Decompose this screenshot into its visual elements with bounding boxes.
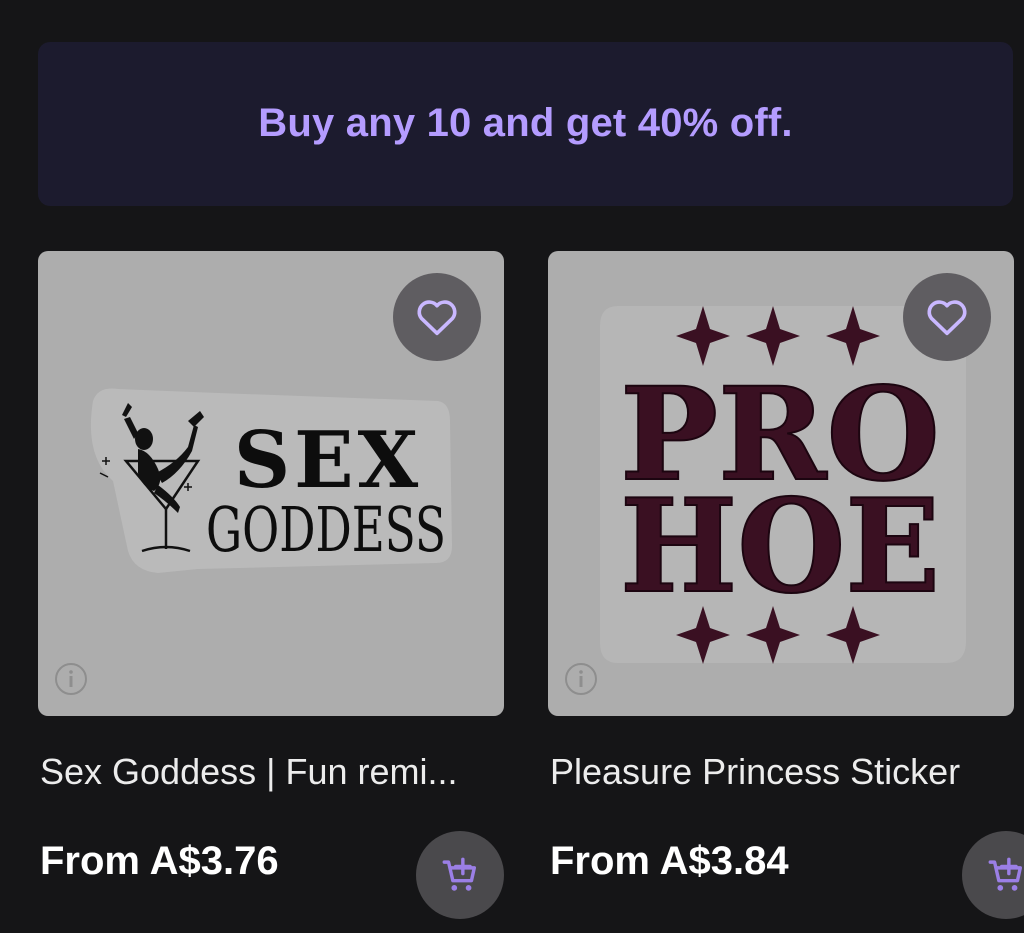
favorite-button[interactable]	[903, 273, 991, 361]
product-title[interactable]: Sex Goddess | Fun remi...	[40, 751, 506, 793]
add-to-cart-icon	[988, 857, 1022, 891]
svg-text:GODDESS: GODDESS	[206, 493, 446, 566]
promo-text: Buy any 10 and get 40% off.	[258, 100, 793, 145]
heart-outline-icon	[417, 300, 457, 336]
info-button[interactable]	[54, 662, 88, 696]
product-card[interactable]: SEX GODDESS Sex Goddess | Fun remi... Fr…	[38, 251, 504, 919]
add-to-cart-icon	[442, 857, 476, 891]
info-button[interactable]	[564, 662, 598, 696]
add-to-cart-button[interactable]	[962, 831, 1024, 919]
product-card[interactable]: PRO HOE Pleasure Princess Sticker From A…	[548, 251, 1024, 919]
product-image[interactable]: SEX GODDESS	[38, 251, 504, 716]
product-price: From A$3.76	[40, 839, 279, 883]
product-listing-page: Buy any 10 and get 40% off. SEX GODDESS …	[0, 0, 1024, 933]
heart-outline-icon	[927, 300, 967, 336]
add-to-cart-button[interactable]	[416, 831, 504, 919]
info-icon	[55, 663, 87, 695]
product-image[interactable]: PRO HOE	[548, 251, 1014, 716]
product-price: From A$3.84	[550, 839, 789, 883]
svg-text:HOE: HOE	[620, 472, 940, 622]
promo-banner: Buy any 10 and get 40% off.	[38, 42, 1013, 206]
info-icon	[565, 663, 597, 695]
product-title[interactable]: Pleasure Princess Sticker	[550, 751, 1016, 793]
favorite-button[interactable]	[393, 273, 481, 361]
